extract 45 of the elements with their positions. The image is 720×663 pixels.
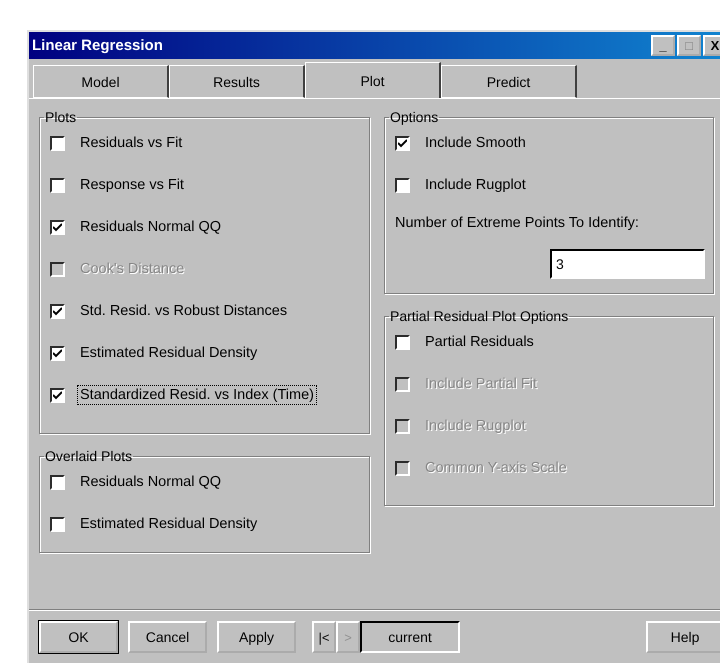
- group-title: Plots: [44, 109, 78, 125]
- tab[interactable]: Predict: [441, 65, 577, 98]
- checkbox-label: Estimated Residual Density: [79, 344, 258, 363]
- window-control[interactable]: X: [703, 35, 720, 56]
- window-control[interactable]: _: [651, 35, 675, 56]
- checkbox[interactable]: [50, 388, 65, 402]
- field-label: Number of Extreme Points To Identify:: [395, 215, 640, 231]
- checkbox[interactable]: [50, 136, 65, 150]
- dialog-button[interactable]: Apply: [217, 621, 296, 653]
- checkbox[interactable]: [50, 304, 65, 318]
- tab[interactable]: Results: [169, 65, 305, 98]
- checkbox[interactable]: [50, 346, 65, 360]
- checkbox-label: Response vs Fit: [79, 176, 185, 195]
- tab[interactable]: Plot: [305, 62, 441, 98]
- checkbox[interactable]: [50, 178, 65, 192]
- checkbox-label: Include Partial Fit: [424, 375, 538, 394]
- checkbox-label: Residuals Normal QQ: [79, 218, 222, 237]
- checkbox-label: Include Rugplot: [424, 417, 527, 436]
- dialog-button[interactable]: OK: [39, 621, 118, 653]
- checkbox[interactable]: [395, 136, 410, 150]
- first-button[interactable]: |<: [312, 621, 336, 653]
- checkbox-label: Include Rugplot: [424, 176, 527, 195]
- checkbox-label: Include Smooth: [424, 134, 527, 153]
- help-button[interactable]: Help: [646, 621, 720, 653]
- checkbox[interactable]: [50, 516, 65, 532]
- checkbox-label: Standardized Resid. vs Index (Time): [77, 385, 317, 405]
- checkbox-label: Estimated Residual Density: [79, 515, 258, 534]
- checkbox[interactable]: [50, 474, 65, 490]
- checkbox[interactable]: [395, 178, 410, 192]
- window-title: Linear Regression: [32, 37, 163, 54]
- checkbox-label: Std. Resid. vs Robust Distances: [79, 302, 288, 321]
- group-title: Overlaid Plots: [44, 448, 134, 464]
- checkbox-label: Residuals Normal QQ: [79, 473, 222, 492]
- tab[interactable]: Model: [33, 65, 169, 98]
- checkbox-label: Cook's Distance: [79, 260, 186, 279]
- checkbox-label: Common Y-axis Scale: [424, 459, 568, 478]
- checkbox-label: Residuals vs Fit: [79, 134, 184, 153]
- current-indicator: current: [360, 621, 460, 653]
- checkbox-label: Partial Residuals: [424, 333, 535, 352]
- dialog-button[interactable]: Cancel: [128, 621, 207, 653]
- input-field[interactable]: 3: [550, 249, 705, 279]
- checkbox[interactable]: [395, 334, 410, 350]
- group-title: Partial Residual Plot Options: [389, 308, 570, 324]
- checkbox[interactable]: [50, 220, 65, 234]
- group-title: Options: [389, 109, 440, 125]
